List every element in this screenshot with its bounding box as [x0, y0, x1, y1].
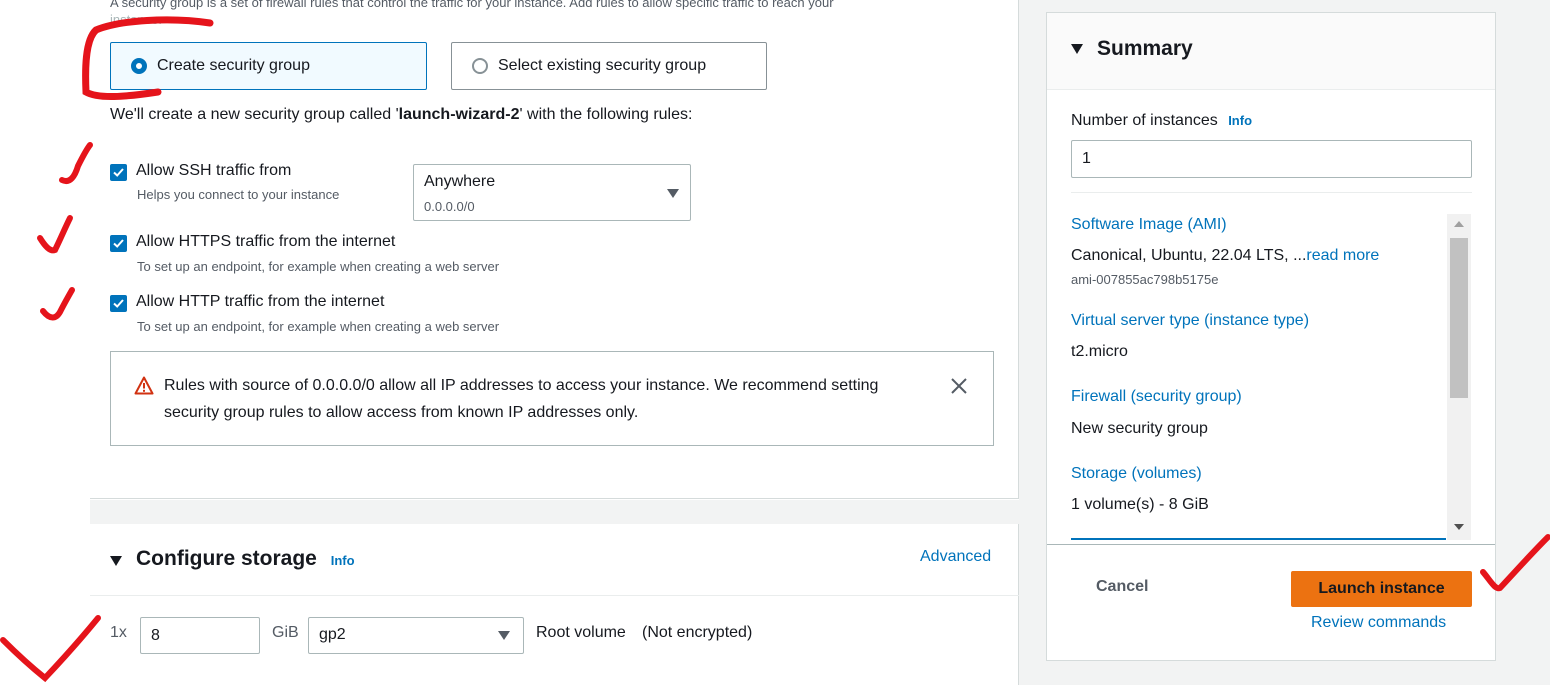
checkmark-annotation	[37, 215, 73, 254]
launch-instance-button[interactable]: Launch instance	[1291, 571, 1472, 607]
rules-description: We'll create a new security group called…	[110, 106, 693, 123]
summary-footer-divider	[1047, 544, 1495, 545]
volume-size-unit: GiB	[272, 624, 299, 641]
security-group-name: launch-wizard-2	[398, 106, 520, 123]
ssh-source-select[interactable]: Anywhere 0.0.0.0/0	[413, 164, 691, 221]
instance-type-link[interactable]: Virtual server type (instance type)	[1071, 312, 1309, 330]
review-commands-link[interactable]: Review commands	[1311, 614, 1446, 632]
https-label: Allow HTTPS traffic from the internet	[136, 233, 396, 250]
summary-panel: Summary	[1046, 12, 1496, 661]
select-existing-security-group-radio[interactable]	[472, 58, 488, 74]
scrollbar-thumb[interactable]	[1450, 238, 1468, 398]
cancel-button[interactable]: Cancel	[1096, 578, 1148, 596]
ami-id: ami-007855ac798b5175e	[1071, 272, 1219, 287]
section-separator	[90, 500, 1019, 524]
network-settings-panel: A security group is a set of firewall ru…	[90, 0, 1019, 499]
ssh-checkbox[interactable]	[110, 164, 127, 181]
storage-value: 1 volume(s) - 8 GiB	[1071, 496, 1209, 513]
scroll-up-icon[interactable]	[1454, 221, 1464, 227]
create-security-group-label: Create security group	[157, 57, 310, 74]
ssh-help: Helps you connect to your instance	[137, 187, 340, 202]
warning-icon	[134, 376, 154, 395]
encryption-status: (Not encrypted)	[642, 624, 753, 641]
http-help: To set up an endpoint, for example when …	[137, 319, 500, 334]
volume-type-value: gp2	[319, 626, 346, 643]
divider	[1071, 192, 1472, 193]
divider	[90, 595, 1019, 596]
summary-scroll-edge	[1071, 538, 1446, 540]
ssh-label: Allow SSH traffic from	[136, 162, 292, 179]
select-existing-security-group-label: Select existing security group	[498, 57, 707, 74]
scroll-down-icon[interactable]	[1454, 524, 1464, 530]
summary-header: Summary	[1047, 13, 1495, 90]
volume-count: 1x	[110, 624, 127, 641]
storage-info-link[interactable]: Info	[331, 553, 355, 568]
select-existing-security-group-tile[interactable]: Select existing security group	[451, 42, 767, 90]
instances-info-link[interactable]: Info	[1228, 113, 1252, 128]
https-checkbox[interactable]	[110, 235, 127, 252]
checkmark-annotation	[40, 287, 75, 321]
ssh-source-value: Anywhere	[424, 173, 496, 190]
storage-link[interactable]: Storage (volumes)	[1071, 465, 1202, 483]
close-icon[interactable]	[949, 376, 969, 396]
number-of-instances-label: Number of instances Info	[1071, 112, 1253, 129]
checkmark-annotation	[0, 615, 101, 683]
number-of-instances-input[interactable]: 1	[1071, 140, 1472, 178]
caret-down-icon	[667, 189, 679, 198]
configure-storage-title: Configure storage Info	[136, 547, 355, 570]
https-help: To set up an endpoint, for example when …	[137, 259, 500, 274]
checkmark-icon	[113, 299, 124, 308]
instance-type-value: t2.micro	[1071, 343, 1128, 360]
summary-title: Summary	[1097, 37, 1193, 60]
checkmark-icon	[113, 239, 124, 248]
caret-down-icon	[498, 631, 510, 640]
open-access-warning: Rules with source of 0.0.0.0/0 allow all…	[110, 351, 994, 446]
http-checkbox[interactable]	[110, 295, 127, 312]
software-image-link[interactable]: Software Image (AMI)	[1071, 216, 1227, 234]
http-label: Allow HTTP traffic from the internet	[136, 293, 385, 310]
warning-message: Rules with source of 0.0.0.0/0 allow all…	[164, 377, 879, 421]
checkmark-annotation	[59, 142, 93, 184]
firewall-link[interactable]: Firewall (security group)	[1071, 388, 1242, 406]
create-security-group-tile[interactable]: Create security group	[110, 42, 427, 90]
checkmark-icon	[113, 168, 124, 177]
root-volume-label: Root volume	[536, 624, 626, 641]
configure-storage-panel: Configure storage Info Advanced 1x 8 GiB…	[90, 524, 1019, 685]
software-image-value: Canonical, Ubuntu, 22.04 LTS, ...read mo…	[1071, 247, 1380, 264]
volume-type-select[interactable]: gp2	[308, 617, 524, 654]
advanced-link[interactable]: Advanced	[920, 548, 991, 566]
read-more-link[interactable]: read more	[1306, 247, 1379, 264]
collapse-caret-icon[interactable]	[110, 556, 122, 566]
create-security-group-radio[interactable]	[131, 58, 147, 74]
security-group-description: A security group is a set of firewall ru…	[110, 0, 834, 27]
firewall-value: New security group	[1071, 420, 1208, 437]
ssh-source-cidr: 0.0.0.0/0	[424, 199, 475, 214]
volume-size-input[interactable]: 8	[140, 617, 260, 654]
summary-scrollbar[interactable]	[1447, 214, 1471, 540]
collapse-caret-icon[interactable]	[1071, 44, 1083, 54]
